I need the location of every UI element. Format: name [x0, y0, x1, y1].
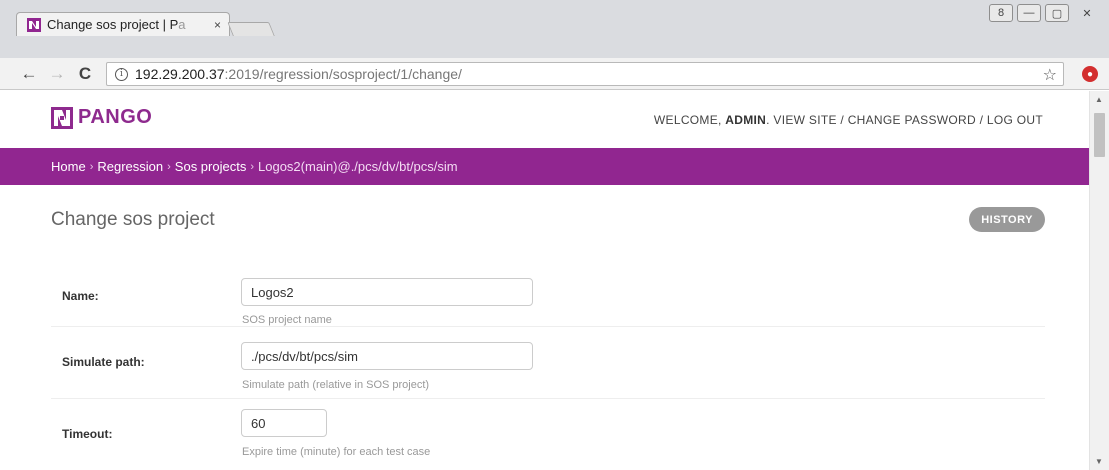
address-bar[interactable]: i 192.29.200.37:2019/regression/sosproje… [106, 62, 1064, 86]
user-profile-icon[interactable]: 8 [989, 4, 1013, 22]
pango-logo-icon [51, 106, 73, 129]
simulate-path-input[interactable] [241, 342, 533, 370]
history-button[interactable]: HISTORY [969, 207, 1045, 232]
back-arrow-icon[interactable]: ← [18, 64, 40, 84]
extension-icon[interactable]: ● [1082, 66, 1098, 82]
name-label: Name: [62, 289, 99, 303]
form-row-timeout: Timeout: Expire time (minute) for each t… [51, 399, 1045, 470]
breadcrumb-separator: › [89, 160, 94, 173]
breadcrumb-separator: › [167, 160, 171, 173]
timeout-help-text: Expire time (minute) for each test case [242, 446, 431, 458]
bookmark-star-icon[interactable]: ☆ [1043, 65, 1057, 85]
form-row-simulate-path: Simulate path: Simulate path (relative i… [51, 327, 1045, 399]
new-tab-button[interactable] [227, 22, 275, 36]
simulate-path-label: Simulate path: [62, 355, 145, 369]
minimize-icon[interactable]: — [1017, 4, 1041, 22]
reload-icon[interactable]: C [74, 64, 96, 84]
pango-favicon-icon [27, 17, 41, 32]
change-password-link[interactable]: CHANGE PASSWORD [848, 113, 976, 127]
logo-text: PANGO [78, 106, 153, 128]
form-row-name: Name: SOS project name [51, 259, 1045, 327]
separator: / [836, 113, 848, 127]
close-window-icon[interactable]: ✕ [1073, 4, 1101, 22]
breadcrumb-regression[interactable]: Regression [97, 159, 163, 174]
url-path: :2019/regression/sosproject/1/change/ [224, 66, 462, 82]
timeout-input[interactable] [241, 409, 327, 437]
log-out-link[interactable]: LOG OUT [987, 113, 1043, 127]
timeout-label: Timeout: [62, 427, 113, 441]
separator: / [975, 113, 987, 127]
page-title: Change sos project [51, 209, 215, 230]
maximize-icon[interactable]: ▢ [1045, 4, 1069, 22]
tab-close-icon[interactable]: × [214, 18, 221, 32]
breadcrumb-separator: › [250, 160, 255, 173]
browser-tab[interactable]: Change sos project | Pa × [16, 12, 230, 36]
view-site-link[interactable]: VIEW SITE [773, 113, 836, 127]
name-input[interactable] [241, 278, 533, 306]
breadcrumb-current: Logos2(main)@./pcs/dv/bt/pcs/sim [258, 159, 458, 174]
username: ADMIN [725, 113, 767, 127]
browser-toolbar: ← → C i 192.29.200.37:2019/regression/so… [0, 58, 1109, 90]
browser-titlebar: Change sos project | Pa × 8 — ▢ ✕ [0, 0, 1109, 58]
breadcrumb-home[interactable]: Home [51, 159, 86, 174]
site-logo[interactable]: PANGO [51, 106, 152, 129]
url-host: 192.29.200.37 [135, 66, 225, 82]
page-viewport: PANGO WELCOME, ADMIN. VIEW SITE / CHANGE… [0, 91, 1089, 470]
welcome-text: WELCOME, [653, 113, 726, 127]
info-icon[interactable]: i [115, 67, 128, 81]
breadcrumb: Home › Regression › Sos projects › Logos… [0, 148, 1089, 185]
scroll-down-icon[interactable]: ▼ [1095, 457, 1103, 466]
scroll-up-icon[interactable]: ▲ [1095, 95, 1103, 104]
scroll-thumb[interactable] [1094, 113, 1105, 157]
name-help-text: SOS project name [242, 314, 332, 326]
tab-strip: Change sos project | Pa × 8 — ▢ ✕ [0, 0, 1109, 58]
tab-title: Change sos project | Pa [47, 17, 186, 32]
page-scrollbar[interactable]: ▲ ▼ [1089, 91, 1109, 470]
forward-arrow-icon[interactable]: → [46, 64, 68, 84]
simulate-path-help-text: Simulate path (relative in SOS project) [242, 379, 430, 391]
user-tools: WELCOME, ADMIN. VIEW SITE / CHANGE PASSW… [654, 113, 1043, 127]
window-controls: 8 — ▢ ✕ [989, 4, 1101, 22]
breadcrumb-sos-projects[interactable]: Sos projects [175, 159, 247, 174]
